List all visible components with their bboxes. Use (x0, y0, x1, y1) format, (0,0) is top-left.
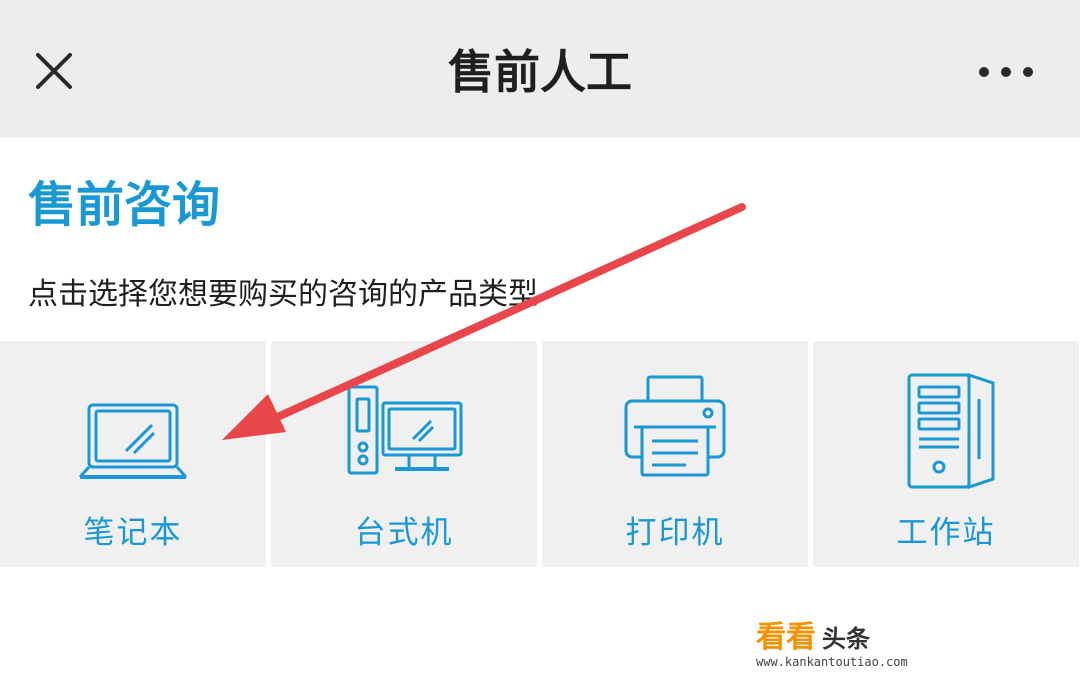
product-tile-printer[interactable]: 打印机 (542, 341, 808, 567)
page-title: 售前人工 (448, 45, 632, 99)
watermark-url: www.kankantoutiao.com (756, 655, 908, 669)
top-bar: 售前人工 (0, 0, 1080, 138)
product-tile-workstation[interactable]: 工作站 (813, 341, 1079, 567)
section-title: 售前咨询 (28, 177, 221, 233)
product-tile-desktop[interactable]: 台式机 (271, 341, 537, 567)
product-grid: 笔记本 台式机 打印机 工作站 (0, 341, 1080, 567)
product-label-laptop: 笔记本 (83, 515, 183, 551)
product-label-printer: 打印机 (625, 515, 725, 551)
more-dots-icon (979, 67, 1033, 77)
product-label-workstation: 工作站 (896, 515, 996, 551)
workstation-icon (813, 363, 1079, 493)
product-tile-laptop[interactable]: 笔记本 (0, 341, 266, 567)
close-button[interactable] (30, 47, 78, 95)
watermark-brand-part1: 看看 (756, 620, 816, 655)
watermark: 看看 头条 www.kankantoutiao.com (756, 620, 956, 674)
more-button[interactable] (974, 56, 1038, 88)
printer-icon (542, 363, 808, 493)
watermark-brand-part2: 头条 (822, 625, 870, 653)
desktop-icon (271, 363, 537, 493)
watermark-brand: 看看 头条 (756, 620, 870, 656)
product-label-desktop: 台式机 (354, 515, 454, 551)
close-icon (36, 53, 72, 89)
subtitle: 点击选择您想要购买的咨询的产品类型 (28, 277, 538, 312)
laptop-icon (0, 363, 266, 493)
